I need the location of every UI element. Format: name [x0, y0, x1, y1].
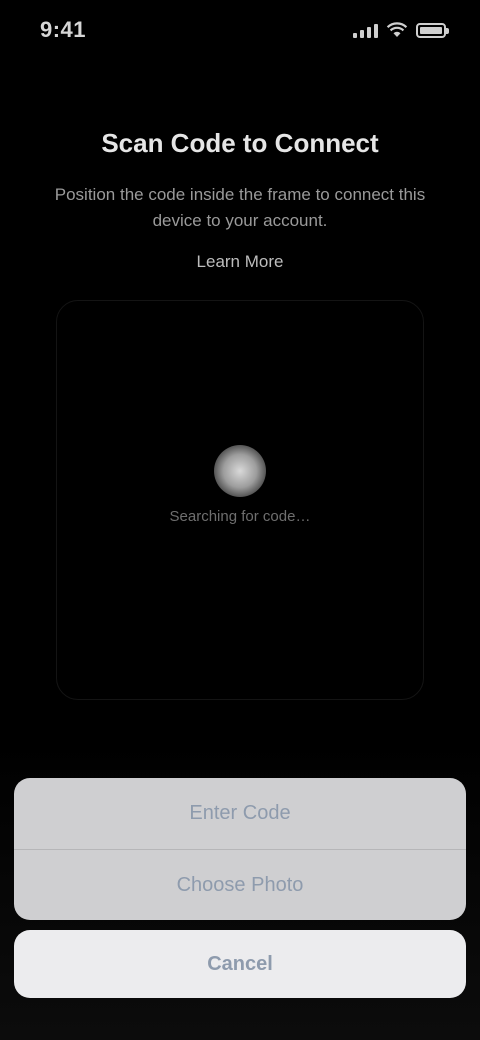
focus-indicator-icon	[214, 445, 266, 497]
cellular-signal-icon	[353, 22, 378, 38]
status-bar: 9:41	[0, 0, 480, 60]
enter-code-button[interactable]: Enter Code	[14, 778, 466, 849]
scan-hint: Searching for code…	[169, 508, 311, 525]
cancel-button[interactable]: Cancel	[14, 930, 466, 998]
wifi-icon	[386, 22, 408, 38]
choose-photo-button[interactable]: Choose Photo	[14, 850, 466, 920]
status-time: 9:41	[40, 17, 87, 42]
status-icons	[353, 22, 449, 38]
battery-icon	[416, 22, 449, 38]
camera-viewfinder	[56, 300, 424, 700]
learn-more-link[interactable]: Learn More	[0, 252, 480, 272]
page-subtitle: Position the code inside the frame to co…	[54, 185, 426, 230]
page-title: Scan Code to Connect	[101, 128, 379, 158]
scan-screen: 9:41 Scan Code to Connect Position the c…	[0, 0, 480, 1040]
battery-level	[420, 26, 442, 34]
action-sheet-options: Enter Code Choose Photo	[14, 778, 466, 920]
